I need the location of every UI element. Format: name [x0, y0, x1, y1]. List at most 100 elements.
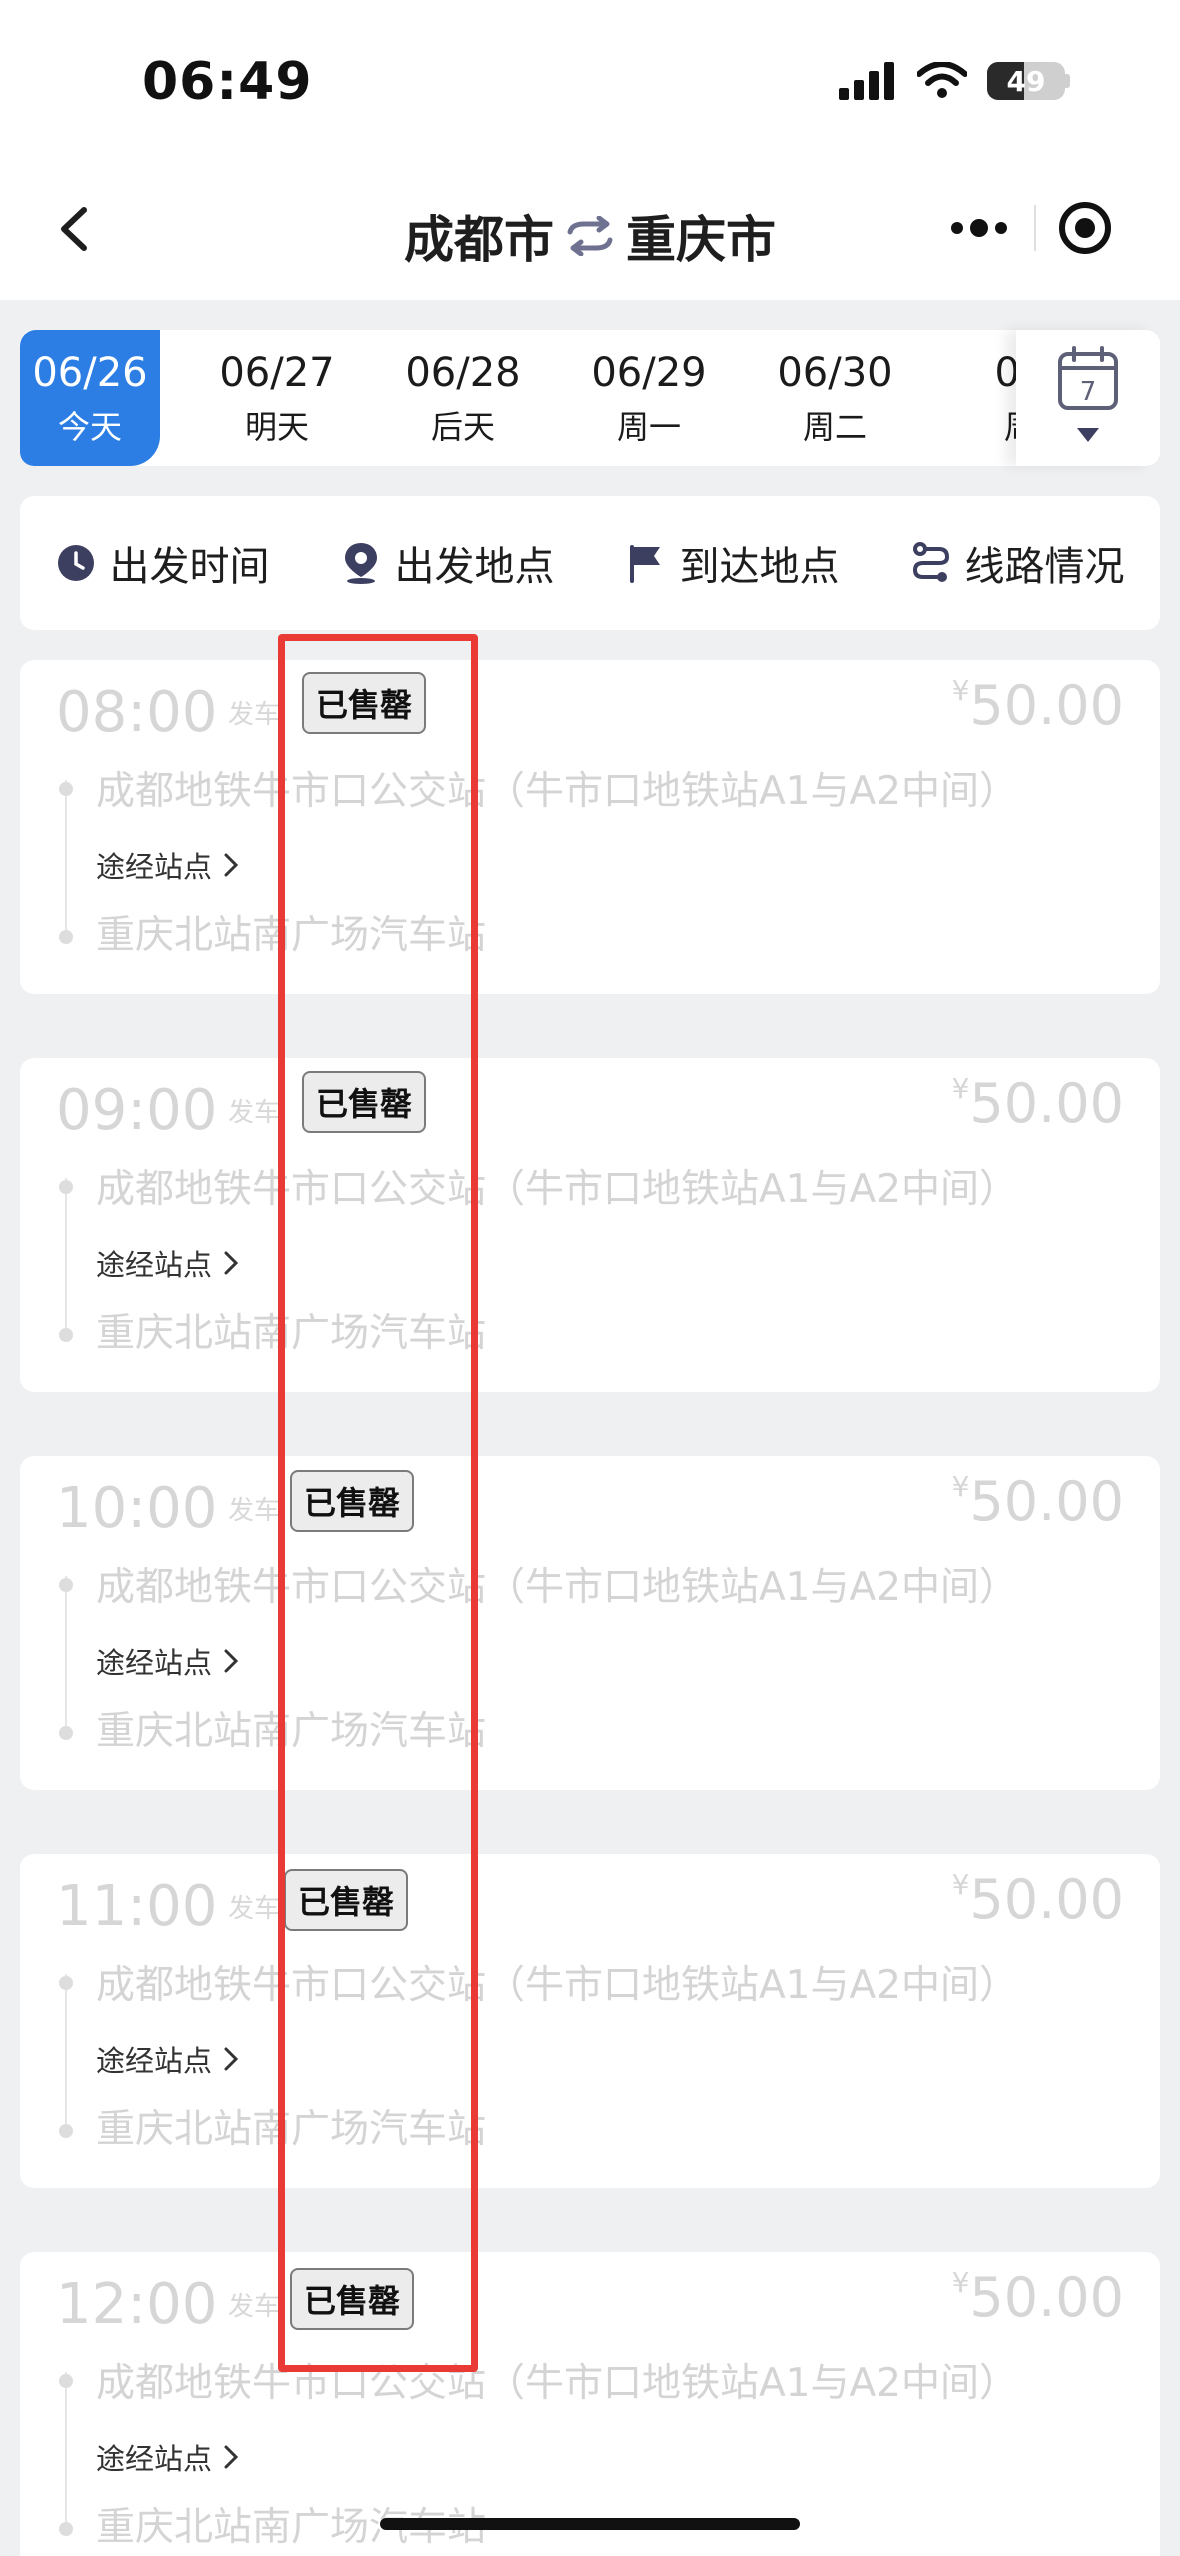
- date-tab-2[interactable]: 06/28 后天: [393, 330, 533, 466]
- price-value: 50.00: [969, 2266, 1124, 2329]
- filter-bar: 出发时间 出发地点 到达地点 线路情况: [20, 496, 1160, 630]
- departure-tag: 发车: [228, 1496, 281, 1526]
- price-value: 50.00: [969, 1470, 1124, 1533]
- origin-dot: [59, 1976, 73, 1990]
- price-value: 50.00: [969, 674, 1124, 737]
- ticket-price: ¥50.00: [952, 1072, 1124, 1135]
- via-stations-link[interactable]: 途经站点: [96, 2038, 242, 2080]
- close-mini-program-button[interactable]: [1036, 200, 1134, 256]
- date-selector: 06/26 今天 06/27 明天 06/28 后天 06/29 周一 06/3…: [20, 330, 1160, 466]
- trip-card[interactable]: 08:00 发车 ¥50.00 成都地铁牛市口公交站（牛市口地铁站A1与A2中间…: [20, 660, 1160, 994]
- location-pin-icon: [344, 543, 377, 584]
- filter-route-status[interactable]: 线路情况: [911, 534, 1125, 592]
- departure-time: 10:00: [56, 1476, 218, 1541]
- date-tab-date: 06/26: [32, 350, 148, 396]
- date-tab-3[interactable]: 06/29 周一: [579, 330, 719, 466]
- wifi-icon: [917, 62, 967, 98]
- route-line: [65, 2372, 67, 2522]
- departure-tag: 发车: [228, 700, 281, 730]
- filter-label: 出发地点: [394, 544, 555, 590]
- via-label: 途经站点: [96, 850, 213, 884]
- date-tab-4[interactable]: 06/30 周二: [765, 330, 905, 466]
- origin-city[interactable]: 成都市: [404, 200, 554, 272]
- via-label: 途经站点: [96, 2442, 213, 2476]
- via-stations-link[interactable]: 途经站点: [96, 1640, 242, 1682]
- destination-dot: [59, 1726, 73, 1740]
- mini-program-capsule: [924, 190, 1134, 266]
- date-tab-date: 06/29: [591, 350, 707, 396]
- via-stations-link[interactable]: 途经站点: [96, 2436, 242, 2478]
- chevron-right-icon: [224, 2445, 239, 2469]
- date-tab-date: 06/28: [405, 350, 521, 396]
- red-highlight-box: [278, 634, 478, 2372]
- filter-departure-place[interactable]: 出发地点: [341, 534, 555, 592]
- filter-label: 到达地点: [679, 544, 840, 590]
- chevron-right-icon: [224, 1251, 239, 1275]
- date-tab-weekday: 周一: [616, 408, 681, 446]
- destination-dot: [59, 2124, 73, 2138]
- battery-level: 49: [1006, 64, 1046, 98]
- date-tab-1[interactable]: 06/27 明天: [207, 330, 347, 466]
- trip-card[interactable]: 09:00 发车 ¥50.00 成都地铁牛市口公交站（牛市口地铁站A1与A2中间…: [20, 1058, 1160, 1392]
- route-icon: [912, 542, 949, 582]
- destination-city[interactable]: 重庆市: [626, 200, 776, 272]
- currency-symbol: ¥: [951, 2266, 970, 2299]
- date-tab-weekday: 明天: [244, 408, 309, 446]
- calendar-icon: 7: [1058, 346, 1118, 442]
- date-tab-weekday: 今天: [57, 408, 122, 446]
- chevron-right-icon: [224, 853, 239, 877]
- filter-label: 线路情况: [964, 544, 1125, 590]
- departure-station: 成都地铁牛市口公交站（牛市口地铁站A1与A2中间）: [96, 1565, 1018, 1610]
- departure-time: 12:00: [56, 2272, 218, 2337]
- target-icon: [1059, 202, 1111, 254]
- filter-departure-time[interactable]: 出发时间: [56, 534, 270, 592]
- via-stations-link[interactable]: 途经站点: [96, 1242, 242, 1284]
- currency-symbol: ¥: [951, 1868, 970, 1901]
- clock-icon: [57, 545, 94, 581]
- battery-icon: 49: [987, 62, 1070, 100]
- chevron-right-icon: [224, 2047, 239, 2071]
- origin-dot: [59, 1578, 73, 1592]
- date-tab-0[interactable]: 06/26 今天: [20, 330, 160, 466]
- departure-time: 11:00: [56, 1874, 218, 1939]
- destination-dot: [59, 2522, 73, 2536]
- ticket-price: ¥50.00: [952, 1470, 1124, 1533]
- departure-tag: 发车: [228, 1894, 281, 1924]
- currency-symbol: ¥: [951, 674, 970, 707]
- calendar-day: 7: [1080, 377, 1097, 407]
- date-tab-weekday: 后天: [430, 408, 495, 446]
- ticket-price: ¥50.00: [952, 674, 1124, 737]
- more-button[interactable]: [924, 216, 1034, 240]
- signal-icon: [839, 62, 894, 100]
- trip-card[interactable]: 12:00 发车 ¥50.00 成都地铁牛市口公交站（牛市口地铁站A1与A2中间…: [20, 2252, 1160, 2556]
- departure-station: 成都地铁牛市口公交站（牛市口地铁站A1与A2中间）: [96, 1963, 1018, 2008]
- filter-arrival-place[interactable]: 到达地点: [626, 534, 840, 592]
- status-icons: 49: [839, 62, 1070, 100]
- price-value: 50.00: [969, 1072, 1124, 1135]
- route-line: [65, 1178, 67, 1328]
- departure-tag: 发车: [228, 2292, 281, 2322]
- departure-station: 成都地铁牛市口公交站（牛市口地铁站A1与A2中间）: [96, 769, 1018, 814]
- route-line: [65, 780, 67, 930]
- chevron-right-icon: [224, 1649, 239, 1673]
- date-tab-weekday: 周二: [802, 408, 867, 446]
- departure-time: 09:00: [56, 1078, 218, 1143]
- trip-card[interactable]: 11:00 发车 ¥50.00 成都地铁牛市口公交站（牛市口地铁站A1与A2中间…: [20, 1854, 1160, 2188]
- via-stations-link[interactable]: 途经站点: [96, 844, 242, 886]
- trip-card[interactable]: 10:00 发车 ¥50.00 成都地铁牛市口公交站（牛市口地铁站A1与A2中间…: [20, 1456, 1160, 1790]
- home-indicator[interactable]: [380, 2518, 800, 2530]
- currency-symbol: ¥: [951, 1072, 970, 1105]
- origin-dot: [59, 1180, 73, 1194]
- route-line: [65, 1974, 67, 2124]
- date-tab-date: 06/30: [777, 350, 893, 396]
- departure-station: 成都地铁牛市口公交站（牛市口地铁站A1与A2中间）: [96, 2361, 1018, 2406]
- departure-time: 08:00: [56, 680, 218, 745]
- currency-symbol: ¥: [951, 1470, 970, 1503]
- ticket-price: ¥50.00: [952, 1868, 1124, 1931]
- departure-tag: 发车: [228, 1098, 281, 1128]
- status-time: 06:49: [142, 52, 313, 112]
- swap-icon[interactable]: [564, 216, 616, 256]
- price-value: 50.00: [969, 1868, 1124, 1931]
- calendar-button[interactable]: 7: [1016, 330, 1160, 466]
- filter-label: 出发时间: [109, 544, 270, 590]
